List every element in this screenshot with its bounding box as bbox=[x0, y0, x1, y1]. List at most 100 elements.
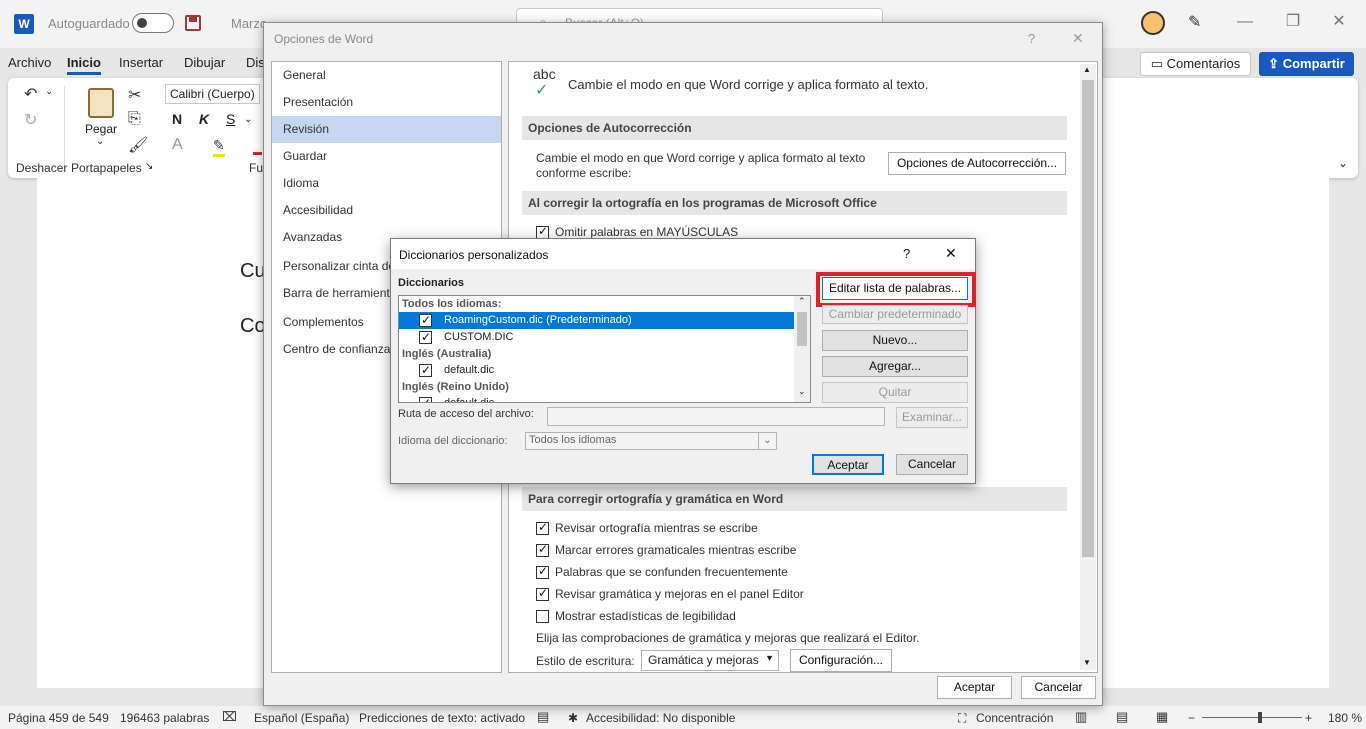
remove-dictionary-button[interactable]: Quitar bbox=[822, 382, 968, 403]
configuration-button[interactable]: Configuración... bbox=[790, 649, 892, 672]
dict-ok-button[interactable]: Aceptar bbox=[812, 454, 884, 475]
tab-diseno[interactable]: Dis bbox=[246, 55, 265, 70]
scrollbar-thumb[interactable] bbox=[1082, 80, 1094, 557]
add-dictionary-button[interactable]: Agregar... bbox=[822, 356, 968, 377]
confused-words-checkbox[interactable] bbox=[536, 564, 549, 579]
tab-dibujar[interactable]: Dibujar bbox=[184, 55, 225, 70]
zoom-slider[interactable] bbox=[1202, 717, 1302, 718]
scroll-down-icon[interactable]: ⌄ bbox=[798, 386, 806, 397]
dictionary-checkbox[interactable] bbox=[419, 312, 432, 329]
chevron-down-icon[interactable]: ⌄ bbox=[45, 86, 53, 97]
zoom-out-icon[interactable]: − bbox=[1188, 711, 1195, 725]
macro-icon[interactable]: ▤ bbox=[537, 709, 549, 725]
dictionary-checkbox[interactable] bbox=[419, 329, 432, 346]
scroll-up-icon[interactable]: ⌃ bbox=[798, 296, 806, 307]
list-item[interactable]: RoamingCustom.dic (Predeterminado) bbox=[399, 312, 794, 329]
writing-style-select[interactable]: Gramática y mejoras ▼ bbox=[641, 650, 779, 671]
list-scrollbar[interactable]: ⌃ ⌄ bbox=[794, 296, 810, 402]
zoom-slider-thumb[interactable] bbox=[1258, 712, 1262, 723]
scrollbar-thumb[interactable] bbox=[797, 312, 807, 346]
focus-icon[interactable]: ⛶ bbox=[958, 711, 966, 726]
accessibility-icon[interactable]: ✱ bbox=[568, 711, 578, 725]
copy-icon[interactable]: ⎘ bbox=[128, 110, 141, 128]
minimize-icon[interactable]: — bbox=[1230, 10, 1260, 34]
dictionaries-list[interactable]: Todos los idiomas: RoamingCustom.dic (Pr… bbox=[398, 295, 811, 403]
print-layout-icon[interactable]: ▤ bbox=[1116, 709, 1128, 725]
scroll-up-icon[interactable]: ▲ bbox=[1083, 65, 1091, 74]
tab-inicio[interactable]: Inicio bbox=[67, 55, 101, 75]
highlight-icon[interactable]: ✎ bbox=[213, 137, 225, 157]
list-item[interactable]: CUSTOM.DIC bbox=[399, 329, 794, 346]
word-count[interactable]: 196463 palabras bbox=[120, 711, 209, 725]
collapse-ribbon-icon[interactable]: ⌄ bbox=[1338, 156, 1348, 170]
chevron-down-icon[interactable]: ⌄ bbox=[758, 433, 776, 449]
grammar-errors-checkbox[interactable] bbox=[536, 542, 549, 557]
zoom-level[interactable]: 180 % bbox=[1328, 711, 1362, 725]
scroll-down-icon[interactable]: ▼ bbox=[1083, 658, 1091, 667]
dictionary-checkbox[interactable] bbox=[419, 395, 432, 402]
comments-button[interactable]: ▭ Comentarios bbox=[1140, 52, 1251, 76]
readability-checkbox[interactable] bbox=[536, 610, 549, 623]
save-icon[interactable] bbox=[185, 15, 201, 31]
options-scrollbar[interactable]: ▲ ▼ bbox=[1080, 64, 1096, 670]
close-icon[interactable]: ✕ bbox=[945, 245, 957, 262]
tab-archivo[interactable]: Archivo bbox=[8, 55, 51, 70]
language-status[interactable]: Español (España) bbox=[254, 711, 349, 725]
predictions-status[interactable]: Predicciones de texto: activado bbox=[359, 711, 525, 725]
accessibility-status[interactable]: Accesibilidad: No disponible bbox=[586, 711, 735, 725]
font-name-input[interactable]: Calibri (Cuerpo) bbox=[165, 84, 260, 104]
zoom-in-icon[interactable]: + bbox=[1305, 711, 1312, 725]
close-icon[interactable]: ✕ bbox=[1072, 30, 1084, 47]
share-button[interactable]: ⇪ Compartir bbox=[1259, 52, 1354, 76]
autosave-toggle[interactable] bbox=[132, 13, 174, 33]
dict-cancel-button[interactable]: Cancelar bbox=[896, 454, 968, 475]
help-icon[interactable]: ? bbox=[1028, 31, 1035, 46]
focus-mode[interactable]: Concentración bbox=[976, 711, 1053, 725]
autocorrect-options-button[interactable]: Opciones de Autocorrección... bbox=[888, 152, 1066, 175]
spell-check-checkbox[interactable] bbox=[536, 520, 549, 535]
new-dictionary-button[interactable]: Nuevo... bbox=[822, 330, 968, 351]
browse-button[interactable]: Examinar... bbox=[896, 407, 968, 428]
intro-text: Cambie el modo en que Word corrige y apl… bbox=[568, 77, 929, 92]
bold-button[interactable]: N bbox=[172, 111, 182, 127]
dictionary-language-select[interactable]: Todos los idiomas ⌄ bbox=[525, 432, 777, 450]
dialog-launcher-icon[interactable]: ↘ bbox=[145, 161, 153, 172]
edit-word-list-button[interactable]: Editar lista de palabras... bbox=[822, 277, 968, 300]
nav-item-guardar[interactable]: Guardar bbox=[272, 143, 501, 170]
list-item[interactable]: default.dic bbox=[399, 362, 794, 379]
chevron-down-icon[interactable]: ⌄ bbox=[96, 136, 104, 147]
pen-icon[interactable]: ✎ bbox=[1188, 12, 1201, 32]
nav-item-revision[interactable]: Revisión bbox=[272, 116, 501, 143]
nav-item-accesibilidad[interactable]: Accesibilidad bbox=[272, 197, 501, 224]
underline-button[interactable]: S bbox=[226, 111, 235, 127]
nav-item-presentacion[interactable]: Presentación bbox=[272, 89, 501, 116]
font-color-icon[interactable] bbox=[253, 137, 262, 155]
nav-item-general[interactable]: General bbox=[272, 62, 501, 89]
format-painter-icon[interactable]: 🖌 bbox=[128, 135, 148, 155]
text-effects-icon[interactable]: A bbox=[172, 136, 183, 154]
chevron-down-icon[interactable]: ⌄ bbox=[244, 114, 252, 125]
cut-icon[interactable]: ✂ bbox=[128, 85, 141, 105]
tab-insertar[interactable]: Insertar bbox=[119, 55, 163, 70]
italic-button[interactable]: K bbox=[199, 111, 209, 127]
redo-icon[interactable]: ↻ bbox=[24, 110, 37, 130]
list-item[interactable]: default.dic bbox=[399, 395, 794, 402]
avatar[interactable] bbox=[1141, 11, 1165, 35]
options-cancel-button[interactable]: Cancelar bbox=[1021, 676, 1096, 699]
web-layout-icon[interactable]: ▦ bbox=[1156, 709, 1168, 725]
proofing-icon[interactable]: ⌧ bbox=[222, 709, 237, 725]
dictionary-checkbox[interactable] bbox=[419, 362, 432, 379]
editor-grammar-checkbox[interactable] bbox=[536, 586, 549, 601]
change-default-button[interactable]: Cambiar predeterminado bbox=[822, 305, 968, 324]
page-count[interactable]: Página 459 de 549 bbox=[8, 711, 109, 725]
paste-label[interactable]: Pegar bbox=[85, 122, 117, 136]
close-window-icon[interactable]: ✕ bbox=[1324, 10, 1354, 34]
file-path-field[interactable] bbox=[547, 407, 885, 426]
read-mode-icon[interactable]: ▥ bbox=[1075, 709, 1087, 725]
undo-icon[interactable]: ↶ bbox=[24, 84, 37, 104]
help-icon[interactable]: ? bbox=[903, 246, 910, 261]
nav-item-idioma[interactable]: Idioma bbox=[272, 170, 501, 197]
paste-icon[interactable] bbox=[88, 88, 114, 118]
options-ok-button[interactable]: Aceptar bbox=[937, 676, 1012, 699]
maximize-icon[interactable]: ❐ bbox=[1278, 10, 1308, 34]
